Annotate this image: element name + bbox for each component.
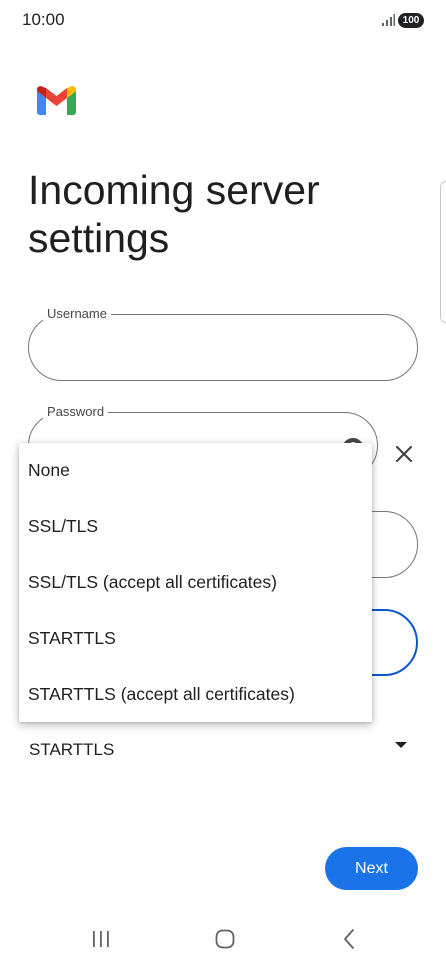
- home-icon[interactable]: [215, 929, 235, 949]
- menu-option-ssl-tls[interactable]: SSL/TLS: [19, 499, 372, 555]
- battery-indicator: 100: [398, 13, 424, 28]
- next-button[interactable]: Next: [325, 847, 418, 890]
- username-label: Username: [43, 306, 111, 321]
- dropdown-arrow-icon[interactable]: [394, 740, 408, 750]
- signal-icon: [382, 14, 395, 26]
- scroll-indicator: [440, 181, 446, 323]
- gmail-logo: [37, 86, 76, 115]
- back-icon[interactable]: [342, 928, 356, 950]
- security-options-menu: None SSL/TLS SSL/TLS (accept all certifi…: [19, 443, 372, 722]
- menu-option-starttls-accept-all[interactable]: STARTTLS (accept all certificates): [19, 666, 372, 722]
- password-label: Password: [43, 404, 109, 419]
- page-title: Incoming server settings: [28, 167, 320, 261]
- menu-option-none[interactable]: None: [19, 443, 372, 499]
- username-field[interactable]: Username: [28, 306, 418, 381]
- security-type-select[interactable]: STARTTLS: [29, 740, 114, 760]
- status-time: 10:00: [22, 10, 65, 29]
- recents-icon[interactable]: [91, 929, 111, 949]
- close-icon[interactable]: [392, 442, 416, 466]
- menu-option-starttls[interactable]: STARTTLS: [19, 610, 372, 666]
- menu-option-ssl-tls-accept-all[interactable]: SSL/TLS (accept all certificates): [19, 555, 372, 611]
